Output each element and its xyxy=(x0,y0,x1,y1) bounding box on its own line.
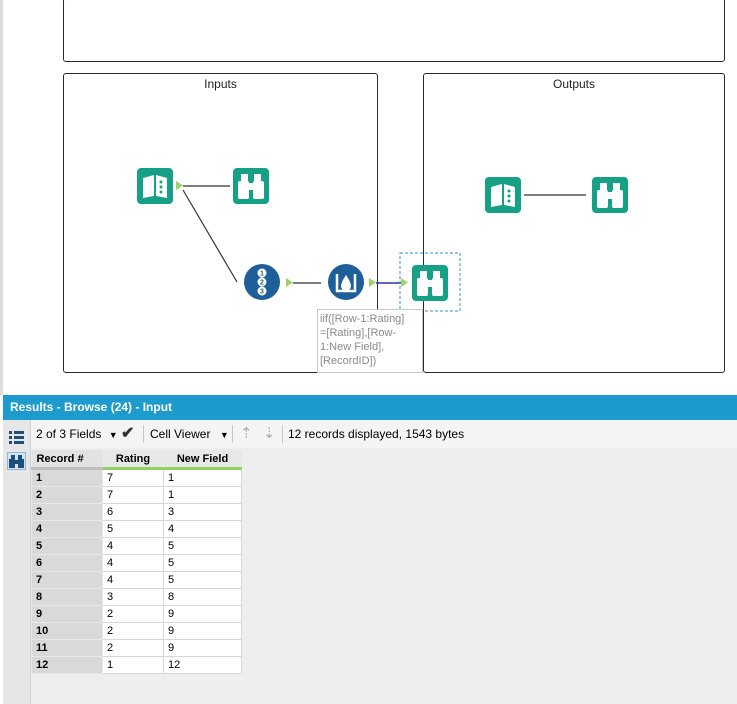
list-icon xyxy=(9,431,24,444)
rating-cell[interactable]: 2 xyxy=(102,605,164,623)
table-row[interactable]: 929 xyxy=(31,605,242,623)
new-field-cell[interactable]: 5 xyxy=(163,571,242,589)
expression-tooltip: iif([Row-1:Rating] =[Rating],[Row- 1:New… xyxy=(317,309,423,373)
rating-cell[interactable]: 6 xyxy=(102,503,164,521)
rating-cell[interactable]: 4 xyxy=(102,537,164,555)
table-row[interactable]: 171 xyxy=(31,468,242,487)
binoculars-icon xyxy=(233,168,269,204)
flask-icon xyxy=(328,264,364,300)
record-number-cell[interactable]: 6 xyxy=(31,554,103,572)
numbered-list-icon: 1 2 3 xyxy=(244,264,280,300)
table-row[interactable]: 11 2 9 xyxy=(31,639,242,657)
record-number-cell[interactable]: 7 xyxy=(31,571,103,589)
rating-cell[interactable]: 2 xyxy=(102,622,164,640)
new-field-cell[interactable]: 8 xyxy=(163,588,242,606)
table-row[interactable]: 838 xyxy=(31,588,242,606)
cell-viewer-label: Cell Viewer xyxy=(150,427,211,441)
rating-cell[interactable]: 7 xyxy=(102,468,164,487)
rating-cell[interactable]: 5 xyxy=(102,520,164,538)
record-number-cell[interactable]: 11 xyxy=(31,639,103,657)
new-field-cell[interactable]: 9 xyxy=(163,639,242,657)
record-number-cell[interactable]: 5 xyxy=(31,537,103,555)
table-row[interactable]: 271 xyxy=(31,486,242,504)
record-id-tool[interactable]: 1 2 3 xyxy=(244,264,280,300)
record-number-cell[interactable]: 9 xyxy=(31,605,103,623)
column-header-rating[interactable]: Rating xyxy=(102,450,164,470)
table-row[interactable]: 12 1 12 xyxy=(31,656,242,674)
record-number-cell[interactable]: 2 xyxy=(31,486,103,504)
results-table: Record # Rating New Field 17127136345454… xyxy=(31,450,242,674)
binoculars-icon xyxy=(592,177,628,213)
record-number-cell[interactable]: 1 xyxy=(31,468,103,487)
binoculars-icon xyxy=(412,265,448,301)
svg-text:3: 3 xyxy=(260,289,264,296)
new-field-cell[interactable]: 1 xyxy=(163,468,242,487)
rating-cell[interactable]: 3 xyxy=(102,588,164,606)
fields-selector[interactable]: 2 of 3 Fields ▼ xyxy=(36,427,118,441)
new-field-cell[interactable]: 1 xyxy=(163,486,242,504)
browse-tool-selected[interactable] xyxy=(412,265,448,301)
field-list-button[interactable] xyxy=(7,428,26,446)
results-toolbar: 2 of 3 Fields ▼ ✔ Cell Viewer ▼ ⇡ ⇣ 12 r… xyxy=(31,420,737,448)
workflow-canvas[interactable]: Inputs Outputs 1 2 3 iif([Row-1:Rating] … xyxy=(0,0,737,395)
check-icon[interactable]: ✔ xyxy=(121,423,134,443)
column-header-record[interactable]: Record # xyxy=(31,450,103,470)
table-row[interactable]: 454 xyxy=(31,520,242,538)
record-number-cell[interactable]: 12 xyxy=(31,656,103,674)
book-icon xyxy=(485,177,521,213)
chevron-down-icon: ▼ xyxy=(108,430,118,440)
table-row[interactable]: 545 xyxy=(31,537,242,555)
table-row[interactable]: 363 xyxy=(31,503,242,521)
rating-cell[interactable]: 4 xyxy=(102,554,164,572)
new-field-cell[interactable]: 9 xyxy=(163,605,242,623)
new-field-cell[interactable]: 4 xyxy=(163,520,242,538)
tooltip-line: 1:New Field], xyxy=(320,341,385,353)
toolbar-separator xyxy=(143,425,144,443)
table-header-row: Record # Rating New Field xyxy=(31,450,242,470)
new-field-cell[interactable]: 12 xyxy=(163,656,242,674)
rating-cell[interactable]: 7 xyxy=(102,486,164,504)
toolbar-separator xyxy=(232,425,233,443)
binoculars-icon xyxy=(9,455,24,468)
svg-text:1: 1 xyxy=(260,271,264,278)
input-data-tool-2[interactable] xyxy=(485,177,521,213)
fields-label: 2 of 3 Fields xyxy=(36,427,102,441)
table-row[interactable]: 645 xyxy=(31,554,242,572)
records-status: 12 records displayed, 1543 bytes xyxy=(288,427,465,441)
results-side-strip xyxy=(3,420,31,704)
rating-cell[interactable]: 1 xyxy=(102,656,164,674)
chevron-down-icon: ▼ xyxy=(219,430,229,440)
new-field-cell[interactable]: 9 xyxy=(163,622,242,640)
record-number-cell[interactable]: 4 xyxy=(31,520,103,538)
input-data-tool-1[interactable] xyxy=(137,168,173,204)
table-row[interactable]: 745 xyxy=(31,571,242,589)
table-body: 1 7 1 2 7 1 3 6 3 4 5 4 5 4 5 6 4 5 7 4 5 8 3 8 9 2 9 10 2 9 11 2 9 12 1 12 xyxy=(31,468,242,674)
multi-row-formula-tool[interactable] xyxy=(328,264,364,300)
new-field-cell[interactable]: 5 xyxy=(163,537,242,555)
results-title: Results - Browse (24) - Input xyxy=(3,395,737,420)
new-field-cell[interactable]: 3 xyxy=(163,503,242,521)
rating-cell[interactable]: 4 xyxy=(102,571,164,589)
tooltip-line: [RecordID]) xyxy=(320,355,377,367)
rating-cell[interactable]: 2 xyxy=(102,639,164,657)
book-icon xyxy=(137,168,173,204)
tooltip-line: iif([Row-1:Rating] xyxy=(320,313,405,325)
new-field-cell[interactable]: 5 xyxy=(163,554,242,572)
arrow-down-icon[interactable]: ⇣ xyxy=(263,424,276,442)
data-view-button[interactable] xyxy=(7,452,26,470)
column-header-new-field[interactable]: New Field xyxy=(163,450,242,470)
table-row[interactable]: 10 2 9 xyxy=(31,622,242,640)
results-panel: Results - Browse (24) - Input 2 of 3 Fie… xyxy=(3,395,737,704)
record-number-cell[interactable]: 10 xyxy=(31,622,103,640)
svg-text:2: 2 xyxy=(260,280,264,287)
arrow-up-icon[interactable]: ⇡ xyxy=(240,424,253,442)
tooltip-line: =[Rating],[Row- xyxy=(320,327,397,339)
browse-tool-2[interactable] xyxy=(592,177,628,213)
browse-tool-1[interactable] xyxy=(233,168,269,204)
toolbar-separator xyxy=(282,425,283,443)
record-number-cell[interactable]: 8 xyxy=(31,588,103,606)
cell-viewer-selector[interactable]: Cell Viewer ▼ xyxy=(150,427,229,441)
record-number-cell[interactable]: 3 xyxy=(31,503,103,521)
